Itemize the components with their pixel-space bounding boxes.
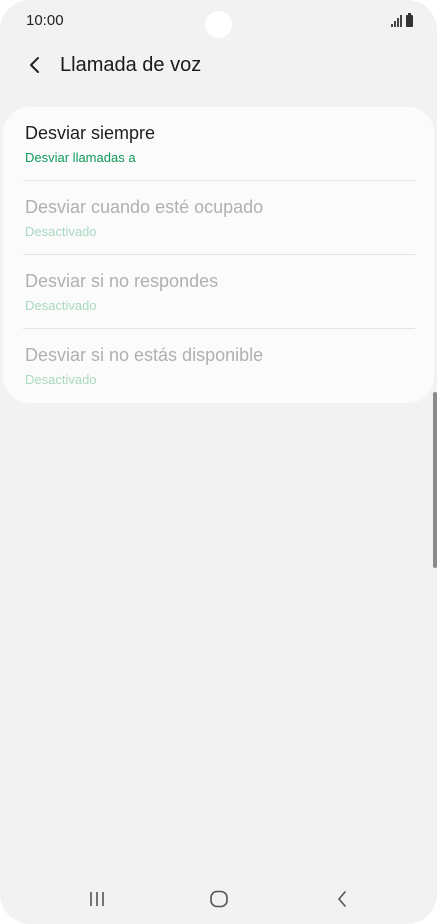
- option-title: Desviar cuando esté ocupado: [25, 197, 264, 217]
- recents-button[interactable]: [77, 884, 117, 914]
- nav-back-button[interactable]: [322, 884, 362, 914]
- back-button[interactable]: [20, 50, 50, 80]
- recents-icon: [90, 892, 104, 906]
- forward-option-always[interactable]: Desviar siempre Desviar llamadas a: [3, 107, 434, 181]
- option-subtitle: Desviar llamadas a: [25, 150, 136, 165]
- forward-option-no-answer[interactable]: Desviar si no respondes Desactivado: [3, 255, 434, 329]
- option-title: Desviar si no estás disponible: [25, 345, 264, 365]
- option-title: Desviar siempre: [25, 123, 156, 143]
- page-title: Llamada de voz: [60, 54, 202, 76]
- chevron-left-icon: [30, 57, 39, 73]
- option-title: Desviar si no respondes: [25, 271, 219, 291]
- signal-icon: [391, 15, 402, 27]
- home-button[interactable]: [199, 884, 239, 914]
- option-subtitle: Desactivado: [25, 372, 97, 387]
- phone-screen: 10:00 Llamada de voz Desviar siempre Des…: [0, 0, 437, 924]
- app-header: Llamada de voz: [0, 46, 437, 86]
- forward-option-busy[interactable]: Desviar cuando esté ocupado Desactivado: [3, 181, 434, 255]
- option-subtitle: Desactivado: [25, 298, 97, 313]
- status-icons: [391, 13, 413, 27]
- status-time: 10:00: [26, 12, 64, 29]
- back-icon: [338, 891, 346, 907]
- navigation-bar: [0, 874, 437, 924]
- scrollbar[interactable]: [433, 392, 437, 568]
- front-camera-cutout: [205, 11, 232, 38]
- forward-option-unreachable[interactable]: Desviar si no estás disponible Desactiva…: [3, 329, 434, 403]
- call-forwarding-card: Desviar siempre Desviar llamadas a Desvi…: [3, 107, 434, 403]
- battery-icon: [406, 13, 413, 27]
- home-icon: [210, 890, 228, 908]
- option-subtitle: Desactivado: [25, 224, 97, 239]
